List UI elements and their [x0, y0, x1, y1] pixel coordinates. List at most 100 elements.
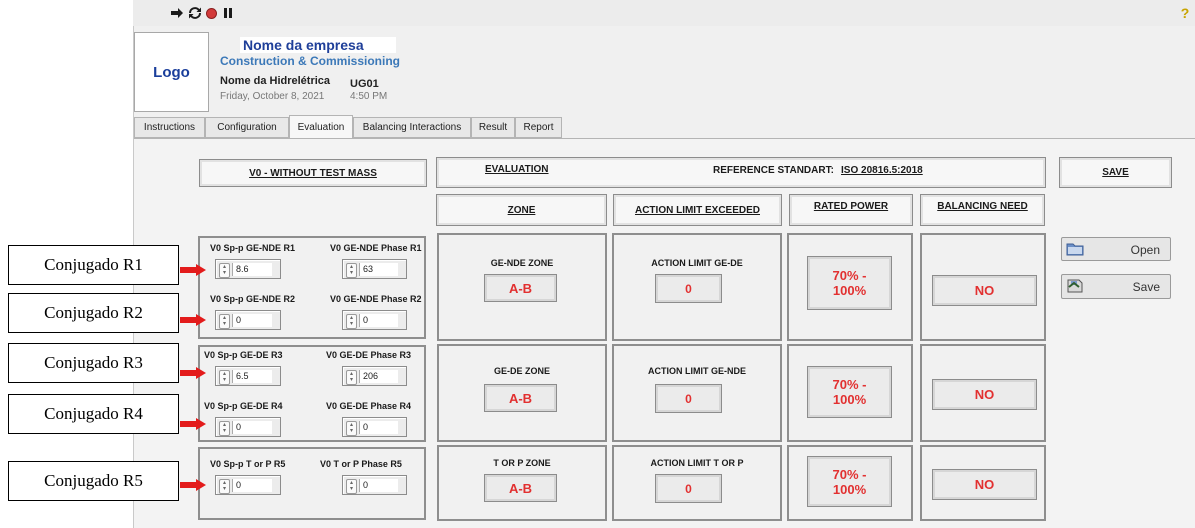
- action-value-gende: 0: [685, 281, 692, 296]
- spinner-icon[interactable]: ▴ ▾: [219, 370, 230, 385]
- input-label-phase-r2: V0 GE-NDE Phase R2: [330, 294, 422, 304]
- rated-value-r2: 70% - 100%: [832, 377, 867, 407]
- action-label-gede: ACTION LIMIT GE-NDE: [648, 366, 746, 376]
- sp-r2-value[interactable]: 0: [232, 314, 272, 327]
- action-value-gede: 0: [685, 391, 692, 406]
- phase-r4-numeric[interactable]: ▴ ▾ 0: [342, 417, 407, 437]
- rated-column-header: RATED POWER: [789, 194, 913, 226]
- spinner-icon[interactable]: ▴ ▾: [346, 421, 357, 436]
- action-value-torp: 0: [685, 481, 692, 496]
- zone-label-torp: T OR P ZONE: [493, 458, 551, 468]
- red-arrow-icon: [180, 418, 206, 430]
- input-label-sp-r5: V0 Sp-p T or P R5: [210, 459, 286, 469]
- phase-r3-value[interactable]: 206: [359, 370, 398, 383]
- sp-r3-value[interactable]: 6.5: [232, 370, 272, 383]
- sp-r2-numeric[interactable]: ▴ ▾ 0: [215, 310, 281, 330]
- conjugado-r2-label: Conjugado R2: [8, 293, 179, 333]
- pause-icon[interactable]: [221, 6, 235, 20]
- rated-value-r1: 70% - 100%: [832, 268, 867, 298]
- spinner-icon[interactable]: ▴ ▾: [219, 263, 230, 278]
- input-label-sp-r1: V0 Sp-p GE-NDE R1: [210, 243, 296, 253]
- logo: Logo: [134, 32, 209, 112]
- phase-r5-numeric[interactable]: ▴ ▾ 0: [342, 475, 407, 495]
- balancing-indicator-r2: NO: [932, 379, 1037, 410]
- open-button[interactable]: Open: [1061, 237, 1171, 261]
- spinner-icon[interactable]: ▴ ▾: [219, 314, 230, 329]
- tab-balancing-interactions[interactable]: Balancing Interactions: [353, 117, 471, 138]
- balancing-column-header: BALANCING NEED: [920, 194, 1045, 226]
- company-name: Nome da empresa: [240, 37, 396, 53]
- sp-r4-numeric[interactable]: ▴ ▾ 0: [215, 417, 281, 437]
- plant-name: Nome da Hidrelétrica: [220, 75, 331, 87]
- balancing-value-r3: NO: [974, 477, 995, 492]
- action-column-label: ACTION LIMIT EXCEEDED: [634, 204, 760, 216]
- conjugado-r4-label: Conjugado R4: [8, 394, 179, 434]
- sp-r4-value[interactable]: 0: [232, 421, 272, 434]
- input-label-phase-r5: V0 T or P Phase R5: [320, 459, 402, 469]
- action-column-header: ACTION LIMIT EXCEEDED: [613, 194, 782, 226]
- red-arrow-icon: [180, 367, 206, 379]
- tab-instructions[interactable]: Instructions: [134, 117, 205, 138]
- date-text: Friday, October 8, 2021: [220, 91, 325, 102]
- sp-r1-value[interactable]: 8.6: [232, 263, 272, 276]
- spinner-icon[interactable]: ▴ ▾: [346, 314, 357, 329]
- zone-indicator-torp: A-B: [484, 474, 557, 502]
- abort-icon[interactable]: [206, 8, 217, 19]
- run-arrow-icon[interactable]: [170, 6, 184, 20]
- sp-r5-numeric[interactable]: ▴ ▾ 0: [215, 475, 281, 495]
- phase-r5-value[interactable]: 0: [359, 479, 398, 492]
- reference-label: REFERENCE STANDART:: [713, 165, 834, 176]
- action-indicator-gede: 0: [655, 384, 722, 413]
- tab-result[interactable]: Result: [471, 117, 515, 138]
- sp-r1-numeric[interactable]: ▴ ▾ 8.6: [215, 259, 281, 279]
- help-icon[interactable]: ?: [1178, 6, 1192, 20]
- save-header: SAVE: [1059, 157, 1172, 188]
- spinner-icon[interactable]: ▴ ▾: [219, 421, 230, 436]
- save-disk-icon: [1066, 278, 1084, 294]
- rated-value-r3: 70% - 100%: [832, 466, 867, 497]
- phase-r4-value[interactable]: 0: [359, 421, 398, 434]
- sp-r5-value[interactable]: 0: [232, 479, 272, 492]
- spinner-icon[interactable]: ▴ ▾: [219, 479, 230, 494]
- tab-configuration[interactable]: Configuration: [205, 117, 289, 138]
- spinner-icon[interactable]: ▴ ▾: [346, 263, 357, 278]
- zone-value-gede: A-B: [508, 390, 533, 406]
- save-button[interactable]: Save: [1061, 274, 1171, 299]
- v0-title-text: V0 - WITHOUT TEST MASS: [249, 167, 377, 179]
- zone-label-gende: GE-NDE ZONE: [490, 258, 554, 268]
- phase-r2-value[interactable]: 0: [359, 314, 398, 327]
- input-label-phase-r4: V0 GE-DE Phase R4: [326, 401, 412, 411]
- evaluation-header: EVALUATION REFERENCE STANDART: ISO 20816…: [436, 157, 1046, 188]
- red-arrow-icon: [180, 264, 206, 276]
- phase-r2-numeric[interactable]: ▴ ▾ 0: [342, 310, 407, 330]
- phase-r1-value[interactable]: 63: [359, 263, 398, 276]
- zone-column-label: ZONE: [507, 204, 536, 216]
- v0-title: V0 - WITHOUT TEST MASS: [199, 159, 427, 187]
- action-indicator-gende: 0: [655, 274, 722, 303]
- rated-indicator-r1: 70% - 100%: [807, 256, 892, 310]
- tab-evaluation[interactable]: Evaluation: [289, 115, 353, 138]
- phase-r1-numeric[interactable]: ▴ ▾ 63: [342, 259, 407, 279]
- zone-value-gende: A-B: [508, 280, 533, 296]
- rated-indicator-r3: 70% - 100%: [807, 456, 892, 507]
- balancing-column-label: BALANCING NEED: [937, 201, 1028, 212]
- unit-text: UG01: [350, 78, 379, 90]
- spinner-icon[interactable]: ▴ ▾: [346, 479, 357, 494]
- tab-report[interactable]: Report: [515, 117, 562, 138]
- conjugado-r1-label: Conjugado R1: [8, 245, 179, 285]
- zone-value-torp: A-B: [508, 480, 533, 496]
- balancing-value-r2: NO: [974, 387, 995, 402]
- run-continuous-icon[interactable]: [188, 6, 202, 20]
- phase-r3-numeric[interactable]: ▴ ▾ 206: [342, 366, 407, 386]
- sp-r3-numeric[interactable]: ▴ ▾ 6.5: [215, 366, 281, 386]
- rated-column-label: RATED POWER: [813, 201, 889, 212]
- conjugado-r5-label: Conjugado R5: [8, 461, 179, 501]
- input-label-sp-r2: V0 Sp-p GE-NDE R2: [210, 294, 296, 304]
- tab-strip: Instructions Configuration Evaluation Ba…: [134, 115, 1195, 139]
- zone-column-header: ZONE: [436, 194, 607, 226]
- save-button-label: Save: [1132, 280, 1160, 294]
- rated-indicator-r2: 70% - 100%: [807, 366, 892, 418]
- balancing-indicator-r3: NO: [932, 469, 1037, 500]
- spinner-icon[interactable]: ▴ ▾: [346, 370, 357, 385]
- input-label-sp-r3: V0 Sp-p GE-DE R3: [204, 350, 283, 360]
